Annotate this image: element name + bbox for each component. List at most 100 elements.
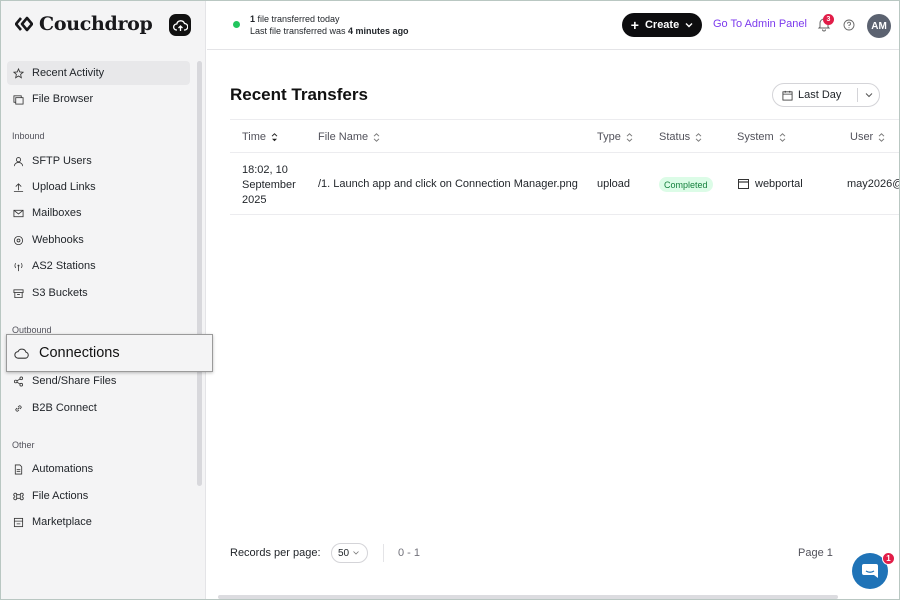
sidebar-item-s3-buckets[interactable]: S3 Buckets [7,281,190,305]
sidebar-item-label: Automations [32,463,94,475]
column-label: File Name [318,131,369,143]
sort-icon [878,132,885,142]
archive-icon [13,288,24,298]
sidebar-item-sftp-users[interactable]: SFTP Users [7,149,190,173]
chevron-down-icon [353,551,359,555]
records-per-page-select[interactable]: 50 [331,543,368,563]
antenna-icon [14,262,23,271]
sidebar-scrollbar[interactable] [197,61,202,486]
sidebar-item-file-browser[interactable]: File Browser [7,87,190,111]
sidebar-item-label: Connections [39,345,120,361]
column-header-status[interactable]: Status [659,131,702,143]
browser-window-icon [738,179,749,189]
record-range: 0 - 1 [398,547,421,559]
sidebar-item-label: File Actions [32,490,89,502]
column-label: Type [597,131,621,143]
page-title: Recent Transfers [230,85,368,104]
command-icon [13,492,24,500]
calendar-icon [782,90,793,100]
admin-panel-link[interactable]: Go To Admin Panel [713,18,807,30]
sidebar-item-label: S3 Buckets [32,287,88,299]
sort-icon [373,132,380,142]
last-transfer-info: Last file transferred was 4 minutes ago [250,26,409,36]
column-header-system[interactable]: System [737,131,786,143]
table-row[interactable]: 18:02, 10 September 2025 /1. Launch app … [230,153,900,215]
help-icon[interactable] [843,19,855,31]
notification-badge: 3 [823,14,834,25]
cell-type: upload [597,178,631,190]
column-label: Status [659,131,691,143]
column-label: Time [242,131,267,143]
sidebar-item-label: Marketplace [32,516,92,528]
sort-icon [779,132,786,142]
section-label-other: Other [12,440,35,450]
mail-icon [13,209,24,217]
date-range-label: Last Day [798,89,842,101]
sidebar-item-mailboxes[interactable]: Mailboxes [7,201,190,225]
column-label: System [737,131,774,143]
column-header-type[interactable]: Type [597,131,633,143]
star-icon [13,67,24,79]
column-header-time[interactable]: Time [242,131,278,143]
transfer-summary: 1 file transferred today [250,14,340,24]
sort-icon [626,132,633,142]
records-per-page-value: 50 [338,547,350,559]
section-label-inbound: Inbound [12,131,45,141]
folder-icon [13,94,24,104]
webhook-icon [13,235,24,245]
cell-file-name[interactable]: /1. Launch app and click on Connection M… [318,178,578,190]
sidebar-item-recent-activity[interactable]: Recent Activity [7,61,190,85]
sidebar-item-upload-links[interactable]: Upload Links [7,175,190,199]
horizontal-scrollbar[interactable] [218,595,838,599]
transfers-table: Time File Name Type Status System User 1… [230,119,900,215]
logo[interactable]: Couchdrop [15,13,153,35]
top-bar: 1 file transferred today Last file trans… [207,1,899,50]
sidebar-item-marketplace[interactable]: Marketplace [7,510,190,534]
couchdrop-logo-icon [15,16,33,32]
sidebar-item-label: Recent Activity [32,67,105,79]
upload-cloud-button[interactable] [169,14,191,36]
transfer-summary-text: file transferred today [255,14,340,24]
records-per-page-label: Records per page: [230,547,321,559]
sidebar-item-label: AS2 Stations [32,260,96,272]
sidebar-item-automations[interactable]: Automations [7,457,190,481]
sidebar-item-label: File Browser [32,93,94,105]
avatar[interactable]: AM [867,14,891,38]
cloud-upload-icon [172,19,188,31]
date-range-select[interactable]: Last Day [772,83,880,107]
sidebar-item-label: SFTP Users [32,155,92,167]
create-button[interactable]: + Create [622,13,702,37]
upload-icon [13,182,24,192]
app-window: Couchdrop Recent Activity File Browser I… [0,0,900,600]
sort-icon [695,132,702,142]
brand-name: Couchdrop [39,13,153,35]
sort-desc-icon [271,132,278,141]
sidebar: Couchdrop Recent Activity File Browser I… [1,1,206,599]
sidebar-item-label: Mailboxes [32,207,82,219]
sidebar-item-connections[interactable]: Connections [6,334,213,372]
column-header-file-name[interactable]: File Name [318,131,380,143]
document-icon [14,464,23,474]
column-label: User [850,131,874,143]
sidebar-item-send-share-files[interactable]: Send/Share Files [7,369,190,393]
chat-unread-badge: 1 [882,552,895,565]
select-divider [857,88,858,102]
sidebar-item-label: Send/Share Files [32,375,117,387]
create-label: Create [644,19,680,31]
sidebar-item-as2-stations[interactable]: AS2 Stations [7,254,190,278]
store-icon [13,517,24,527]
cloud-icon [14,348,29,359]
last-transfer-prefix: Last file transferred was [250,26,349,36]
plus-icon: + [630,17,639,33]
link-icon [15,404,22,412]
sidebar-item-b2b-connect[interactable]: B2B Connect [7,396,190,420]
footer-divider [383,544,384,562]
table-header: Time File Name Type Status System User [230,119,899,153]
chat-icon [862,564,878,578]
sidebar-item-file-actions[interactable]: File Actions [7,484,190,508]
sidebar-item-webhooks[interactable]: Webhooks [7,228,190,252]
cell-time: 18:02, 10 September 2025 [242,164,296,206]
column-header-user[interactable]: User [850,131,885,143]
cell-user: may2026@ [847,178,900,190]
sidebar-item-label: Upload Links [32,181,96,193]
